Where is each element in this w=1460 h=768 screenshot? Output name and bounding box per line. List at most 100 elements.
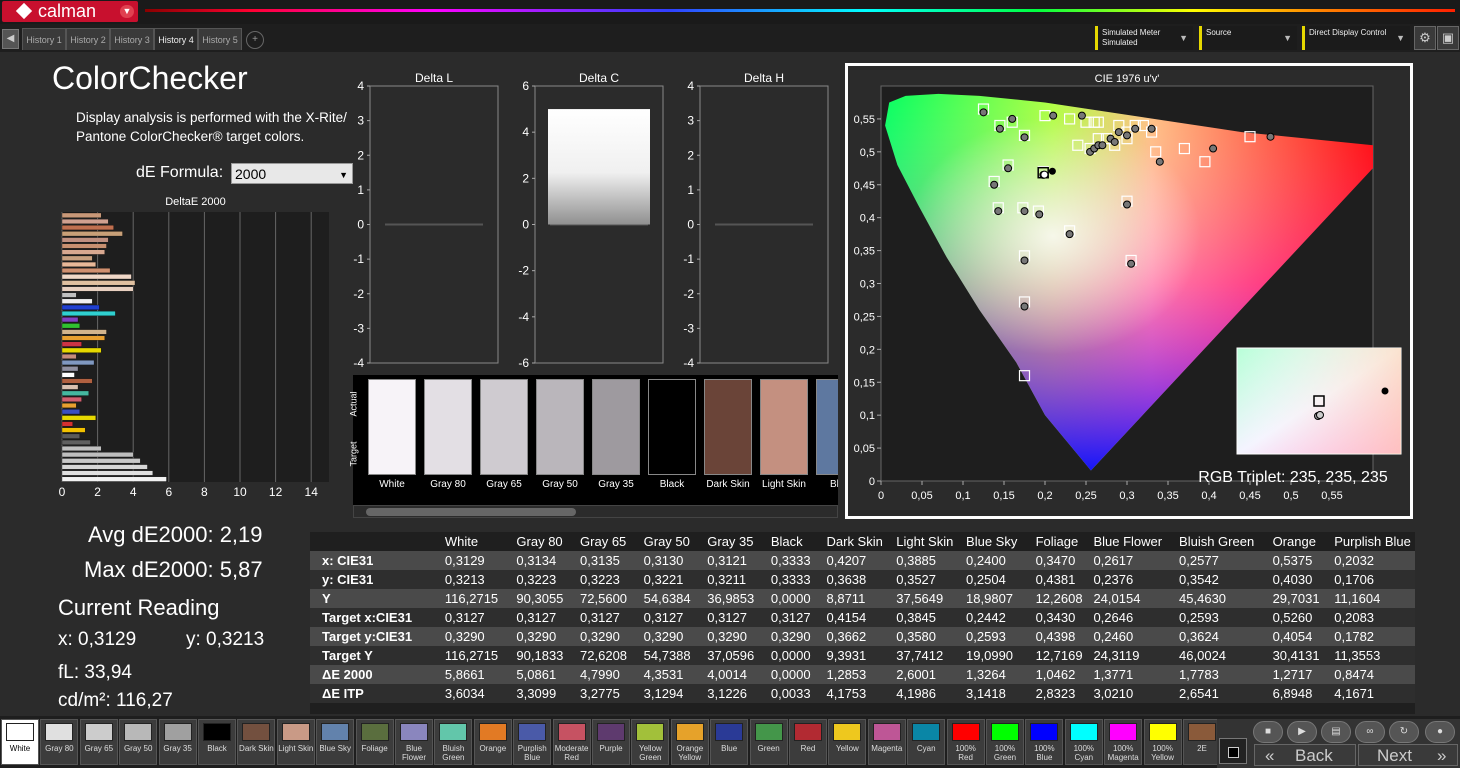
deltae-bar bbox=[61, 304, 100, 310]
row-label: ΔE 2000 bbox=[310, 665, 441, 684]
cie-x-tick: 0,2 bbox=[1037, 490, 1052, 502]
compare-swatch[interactable] bbox=[424, 379, 472, 475]
table-cell: 5,8661 bbox=[440, 665, 513, 684]
color-patch-button[interactable]: Black bbox=[198, 719, 236, 765]
measured-marker bbox=[1008, 114, 1017, 123]
compare-swatch[interactable] bbox=[648, 379, 696, 475]
stop-measure-button[interactable] bbox=[1219, 738, 1247, 764]
back-button[interactable]: « Back bbox=[1254, 744, 1356, 766]
color-patch-button[interactable]: 100% Magenta bbox=[1104, 719, 1143, 765]
table-cell: 0,3221 bbox=[639, 570, 704, 589]
deltae-bar bbox=[61, 470, 153, 476]
color-patch-button[interactable]: Gray 80 bbox=[40, 719, 79, 765]
color-patch-button[interactable]: Blue bbox=[710, 719, 749, 765]
app-menu-chevron-icon[interactable]: ▼ bbox=[120, 5, 134, 18]
compare-swatch[interactable] bbox=[704, 379, 752, 475]
color-patch-button[interactable]: White bbox=[1, 719, 39, 765]
color-patch-button[interactable]: Orange Yellow bbox=[670, 719, 709, 765]
y-tick-label: 0 bbox=[522, 218, 529, 232]
color-patch-button[interactable]: Orange bbox=[473, 719, 512, 765]
compare-swatch-label: Dark Skin bbox=[706, 479, 750, 490]
source-selector[interactable]: Source ▼ bbox=[1199, 26, 1297, 50]
compare-swatch[interactable] bbox=[592, 379, 640, 475]
tab-history-5[interactable]: History 5 bbox=[198, 28, 242, 50]
column-header bbox=[310, 532, 441, 551]
table-row: Target x:CIE31 0,3127 0,3127 0,3127 0,3127 0,… bbox=[310, 608, 1415, 627]
compare-swatch-label: Black bbox=[659, 479, 685, 490]
color-patch-button[interactable]: 100% Cyan bbox=[1064, 719, 1103, 765]
color-patch-button[interactable]: Bluish Green bbox=[434, 719, 473, 765]
table-cell: 0,1782 bbox=[1330, 627, 1415, 646]
patch-color bbox=[281, 723, 310, 741]
strip-scrollbar[interactable] bbox=[353, 505, 838, 518]
stop-icon[interactable]: ■ bbox=[1253, 721, 1283, 743]
measured-marker bbox=[979, 108, 988, 117]
color-patch-button[interactable]: 100% Yellow bbox=[1143, 719, 1182, 765]
color-patch-button[interactable]: Dark Skin bbox=[237, 719, 276, 765]
color-patch-button[interactable]: Gray 35 bbox=[158, 719, 197, 765]
color-patch-button[interactable]: Purplish Blue bbox=[513, 719, 552, 765]
table-cell: 0,2617 bbox=[1089, 551, 1176, 570]
color-patch-button[interactable]: Blue Sky bbox=[316, 719, 355, 765]
color-patch-button[interactable]: Red bbox=[789, 719, 827, 765]
color-patch-button[interactable]: Yellow bbox=[828, 719, 867, 765]
tabs-back-arrow-icon[interactable]: ◀ bbox=[2, 29, 19, 49]
meter-selector[interactable]: Simulated Meter Simulated ▼ bbox=[1095, 26, 1193, 50]
compare-swatch[interactable] bbox=[368, 379, 416, 475]
color-patch-button[interactable]: Light Skin bbox=[276, 719, 315, 765]
cie-x-tick: 0 bbox=[878, 490, 884, 502]
color-patch-button[interactable]: Magenta bbox=[867, 719, 906, 765]
table-cell: 0,3223 bbox=[576, 570, 640, 589]
color-patch-button[interactable]: Gray 65 bbox=[79, 719, 118, 765]
deltae-bar bbox=[61, 329, 107, 335]
continuous-icon[interactable]: ● bbox=[1425, 721, 1455, 743]
scrollbar-thumb[interactable] bbox=[366, 508, 576, 516]
deltae-bar bbox=[61, 347, 102, 353]
color-patch-button[interactable]: Gray 50 bbox=[119, 719, 158, 765]
patch-label: Blue Sky bbox=[319, 744, 351, 753]
y-tick-label: 1 bbox=[357, 183, 364, 197]
calman-logo[interactable]: calman ▼ bbox=[2, 1, 138, 22]
color-patch-button[interactable]: 100% Red bbox=[946, 719, 985, 765]
color-patch-button[interactable]: 100% Blue bbox=[1025, 719, 1064, 765]
compare-swatch[interactable] bbox=[536, 379, 584, 475]
play-icon[interactable]: ▶ bbox=[1287, 721, 1317, 743]
compare-swatch[interactable] bbox=[480, 379, 528, 475]
color-patch-button[interactable]: Purple bbox=[592, 719, 630, 765]
compare-swatch[interactable] bbox=[760, 379, 808, 475]
de-formula-select[interactable]: 2000 ▼ bbox=[231, 163, 353, 184]
settings-gear-icon[interactable]: ⚙ bbox=[1414, 26, 1436, 50]
row-label: Target y:CIE31 bbox=[310, 627, 441, 646]
color-patch-button[interactable]: 100% Green bbox=[986, 719, 1024, 765]
color-patch-button[interactable]: Green bbox=[749, 719, 788, 765]
table-cell: 1,3264 bbox=[962, 665, 1032, 684]
measured-marker bbox=[1266, 132, 1275, 141]
deltae-bar bbox=[61, 427, 86, 433]
tab-history-2[interactable]: History 2 bbox=[66, 28, 110, 50]
chevron-down-icon: ▼ bbox=[1179, 33, 1188, 43]
tab-history-1[interactable]: History 1 bbox=[22, 28, 66, 50]
patch-label: Green bbox=[757, 744, 780, 753]
color-patch-button[interactable]: Cyan bbox=[907, 719, 946, 765]
layout-icon[interactable]: ▣ bbox=[1437, 26, 1459, 50]
table-cell: 0,0000 bbox=[766, 646, 823, 665]
color-patch-button[interactable]: Moderate Red bbox=[552, 719, 591, 765]
table-cell: 0,3638 bbox=[822, 570, 893, 589]
color-patch-button[interactable]: Blue Flower bbox=[395, 719, 433, 765]
compare-swatch[interactable] bbox=[816, 379, 838, 475]
display-control-selector[interactable]: Direct Display Control ▼ bbox=[1302, 26, 1410, 50]
next-button[interactable]: Next » bbox=[1358, 744, 1458, 766]
save-icon[interactable]: ▤ bbox=[1321, 721, 1351, 743]
refresh-icon[interactable]: ↻ bbox=[1389, 721, 1419, 743]
color-patch-button[interactable]: Yellow Green bbox=[631, 719, 670, 765]
add-tab-plus-icon[interactable]: + bbox=[246, 31, 264, 49]
table-cell: 0,3580 bbox=[892, 627, 963, 646]
table-cell: 37,5649 bbox=[892, 589, 963, 608]
patch-color bbox=[163, 723, 192, 741]
tab-history-4[interactable]: History 4 bbox=[154, 28, 198, 50]
color-patch-button[interactable]: 2E bbox=[1183, 719, 1221, 765]
loop-icon[interactable]: ∞ bbox=[1355, 721, 1385, 743]
color-patch-button[interactable]: Foliage bbox=[355, 719, 394, 765]
tab-history-3[interactable]: History 3 bbox=[110, 28, 154, 50]
table-cell: 30,4131 bbox=[1268, 646, 1331, 665]
